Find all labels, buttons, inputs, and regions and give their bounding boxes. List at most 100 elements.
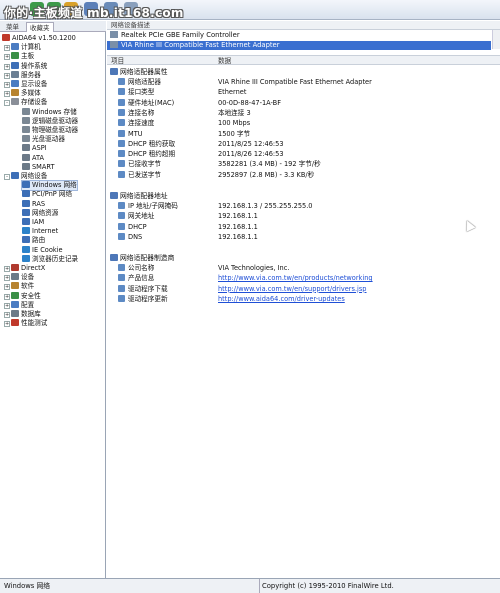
tab-favorites[interactable]: 收藏夹 [26,22,54,32]
expand-icon[interactable]: + [4,63,10,70]
property-row[interactable]: MTU [118,129,143,139]
status-left: Windows 网络 [0,579,260,593]
sidebar-item[interactable]: 网络资源 [22,208,58,218]
expand-icon[interactable]: + [4,293,10,300]
sidebar-item[interactable]: + 数据库 [4,310,41,319]
property-label: 已发送字节 [128,170,161,179]
property-row[interactable]: 连接速度 [118,119,154,128]
network-group-icon [110,68,118,75]
expand-icon[interactable]: + [4,284,10,291]
property-icon [118,274,125,282]
property-row[interactable]: DHCP 租约超期 [118,150,175,159]
property-label: 网络适配器 [128,78,161,86]
sidebar-item[interactable]: + 计算机 [4,43,41,52]
sidebar-item-label: 路由 [32,236,46,245]
sidebar-item[interactable]: RAS [22,199,45,209]
property-row[interactable]: 产品信息 [118,274,154,283]
sidebar-item[interactable]: SMART [22,162,55,172]
expand-icon[interactable]: + [4,91,10,98]
property-label: DHCP 租约获取 [128,139,176,148]
collapse-icon[interactable]: - [4,174,10,180]
property-link[interactable]: http://www.via.com.tw/en/support/drivers… [218,285,367,294]
property-label: 连接速度 [128,119,155,128]
property-value: 00-0D-88-47-1A-BF [218,98,281,107]
device-list-scrollbar[interactable] [492,30,500,49]
property-row[interactable]: DHCP [118,222,147,232]
category-icon [22,208,30,216]
property-value: 192.168.1.3 / 255.255.255.0 [218,202,313,210]
property-row[interactable]: 网络适配器 [118,78,161,87]
group-title: 网络适配器地址 [120,192,168,200]
expand-icon[interactable]: + [4,275,10,282]
sidebar-item-label: 主板 [21,52,35,61]
sidebar-item[interactable]: + 多媒体 [4,89,41,98]
sidebar-item[interactable]: Windows 存储 [22,107,77,117]
expand-icon[interactable]: + [4,45,10,52]
expand-icon[interactable]: + [4,312,10,318]
expand-icon[interactable]: + [4,302,10,309]
group-header: 网络适配器制造商 [110,254,174,263]
sidebar-item-label: 光盘驱动器 [32,135,65,144]
sidebar-item[interactable]: + 操作系统 [4,61,47,71]
expand-icon[interactable]: + [4,82,10,88]
property-row[interactable]: 接口类型 [118,88,154,97]
sidebar-item-label: 数据库 [21,310,41,318]
property-link[interactable]: http://www.aida64.com/driver-updates [218,295,345,304]
expand-icon[interactable]: + [4,72,10,79]
sidebar-item-label: 设备 [21,273,35,282]
property-value: 192.168.1.1 [218,232,258,241]
sidebar-item[interactable]: 路由 [22,236,45,245]
sidebar-item[interactable]: 物理磁盘驱动器 [22,126,78,135]
property-row[interactable]: 硬件地址(MAC) [118,98,174,108]
sidebar-item-label: AIDA64 v1.50.1200 [12,34,76,42]
sidebar-item[interactable]: + 设备 [4,273,34,282]
sidebar-item[interactable]: IAM [22,218,44,227]
property-row[interactable]: DHCP 租约获取 [118,139,176,149]
collapse-icon[interactable]: - [4,100,10,107]
sidebar-item[interactable]: 光盘驱动器 [22,135,65,144]
sidebar-item[interactable]: ATA [22,153,44,163]
property-row[interactable]: 网关地址 [118,212,154,221]
sidebar-item[interactable]: PCI/PnP 网络 [22,190,72,199]
sidebar-item[interactable]: + 安全性 [4,291,41,301]
device-item-via[interactable]: VIA Rhine III Compatible Fast Ethernet A… [107,41,491,50]
expand-icon[interactable]: + [4,54,10,61]
property-icon [118,78,125,85]
sidebar-item[interactable]: ASPI [22,144,47,153]
category-icon [11,310,19,317]
sidebar-item[interactable]: + 性能测试 [4,319,47,328]
sidebar-item[interactable]: Windows 网络 [21,180,78,192]
sidebar-item[interactable]: + 软件 [4,282,34,291]
property-row[interactable]: 已发送字节 [118,170,161,180]
sidebar-item[interactable]: + 服务器 [4,70,41,80]
sidebar-item[interactable]: 浏览器历史记录 [22,254,78,264]
property-icon [118,284,125,292]
column-item[interactable]: 项目 [111,56,124,66]
category-icon [22,107,30,115]
sidebar-item[interactable]: - 网络设备 [4,172,47,181]
sidebar-item[interactable]: Internet [22,227,58,236]
property-row[interactable]: 驱动程序更新 [118,294,168,304]
category-icon [11,80,19,87]
expand-icon[interactable]: + [4,321,10,328]
sidebar-item[interactable]: AIDA64 v1.50.1200 [2,34,76,43]
expand-icon[interactable]: + [4,266,10,272]
column-data[interactable]: 数据 [218,56,231,66]
property-row[interactable]: 已接收字节 [118,160,161,169]
device-item-realtek[interactable]: Realtek PCIe GBE Family Controller [107,31,491,40]
property-row[interactable]: DNS [118,232,142,242]
sidebar-item[interactable]: + DirectX [4,264,45,273]
sidebar-item[interactable]: IE Cookie [22,245,63,255]
sidebar-item[interactable]: + 显示设备 [4,80,47,89]
property-link[interactable]: http://www.via.com.tw/en/products/networ… [218,274,373,283]
tab-menu[interactable]: 菜单 [3,22,22,32]
sidebar-item[interactable]: + 主板 [4,52,34,61]
property-row[interactable]: IP 地址/子网掩码 [118,202,178,211]
sidebar-item[interactable]: - 存储设备 [4,98,47,107]
property-row[interactable]: 连接名称 [118,108,154,118]
sidebar-item[interactable]: + 配置 [4,300,34,310]
property-label: 网关地址 [128,212,155,221]
property-row[interactable]: 驱动程序下载 [118,284,168,294]
sidebar-item[interactable]: 逻辑磁盘驱动器 [22,116,78,126]
property-row[interactable]: 公司名称 [118,264,154,273]
